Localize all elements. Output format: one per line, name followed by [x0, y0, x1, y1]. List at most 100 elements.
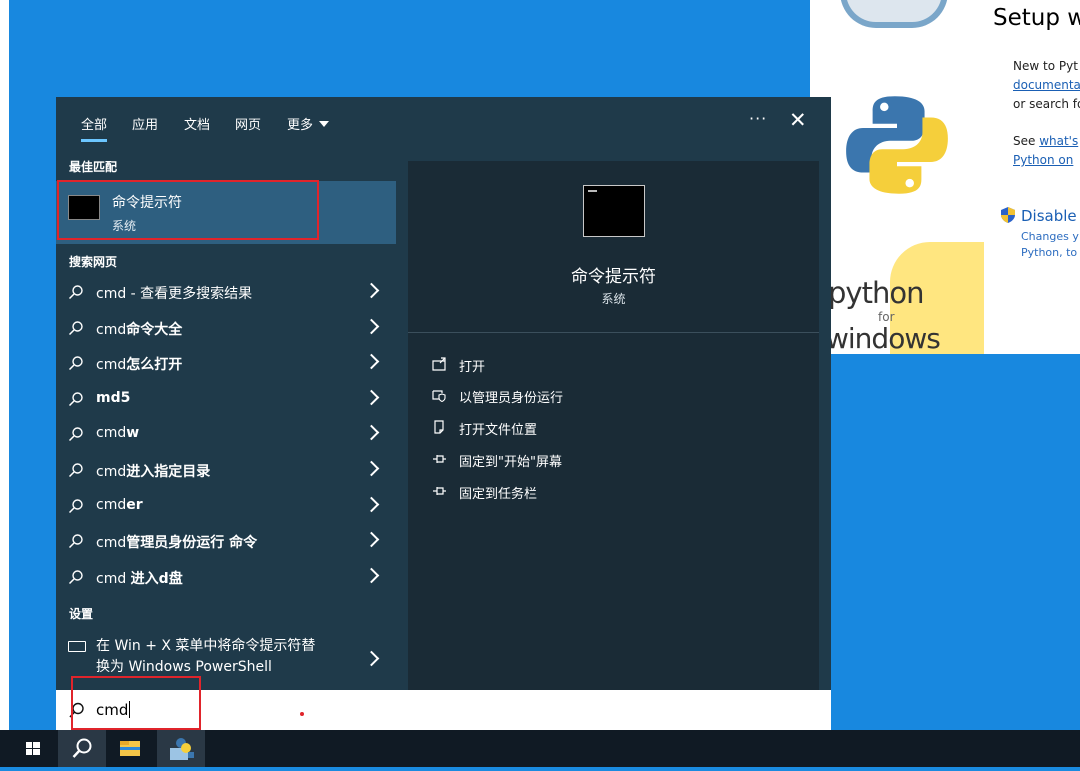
whats-new-link[interactable]: what's [1039, 134, 1078, 148]
web-result-suggestion: 进入d盘 [130, 571, 183, 587]
search-icon [68, 285, 83, 300]
web-result-label: cmd进入指定目录 [96, 461, 210, 481]
web-result-item[interactable]: cmdw [56, 417, 396, 452]
disable-description: Changes y [1021, 230, 1079, 243]
tab-apps[interactable]: 应用 [132, 114, 158, 133]
web-result-label: cmd 进入d盘 [96, 568, 183, 588]
web-result-query: cmd [96, 425, 127, 441]
web-result-query: cmd [96, 497, 127, 513]
python-on-link[interactable]: Python on [1013, 153, 1073, 167]
web-result-item[interactable]: cmd管理员身份运行 命令 [56, 524, 396, 559]
web-search-header: 搜索网页 [69, 255, 118, 269]
chevron-right-icon [363, 650, 380, 667]
folder-icon [120, 741, 140, 756]
search-icon [72, 738, 92, 758]
chevron-right-icon [363, 318, 380, 335]
highlight-box [71, 676, 201, 730]
action-pin-to-taskbar[interactable]: 固定到任务栏 [432, 480, 732, 504]
web-result-label: cmder [96, 497, 143, 513]
settings-item-label: 在 Win + X 菜单中将命令提示符替 换为 Windows PowerShe… [96, 636, 315, 678]
python-logo-icon [846, 96, 948, 194]
action-pin-to-start[interactable]: 固定到"开始"屏幕 [432, 448, 732, 472]
web-result-suggestion: 命令大全 [126, 322, 183, 338]
shield-icon [432, 390, 446, 402]
screen-edge [0, 0, 9, 730]
setup-text-line: or search fo [1013, 97, 1080, 111]
documentation-link[interactable]: documenta [1013, 78, 1080, 92]
close-icon[interactable]: ✕ [789, 108, 807, 132]
python-setup-sidebar: python for windows [810, 0, 984, 354]
open-icon [432, 357, 446, 371]
tab-documents[interactable]: 文档 [184, 114, 210, 133]
start-button[interactable] [9, 730, 57, 767]
windows-search-panel: 全部 应用 文档 网页 更多 ··· ✕ 最佳匹配 命令提示符 系统 搜索网页 … [56, 97, 831, 690]
python-installer-icon [170, 738, 194, 760]
setup-text-line: New to Pyt [1013, 59, 1078, 73]
web-result-item[interactable]: cmd命令大全 [56, 311, 396, 346]
uac-shield-icon [1001, 207, 1015, 223]
pin-icon [433, 455, 446, 463]
sidebar-decoration-top [840, 0, 948, 28]
chevron-right-icon [363, 460, 380, 477]
chevron-right-icon [363, 496, 380, 513]
web-result-query: cmd [96, 535, 127, 551]
preview-title: 命令提示符 [571, 267, 656, 287]
tab-more-label: 更多 [287, 118, 314, 133]
action-open[interactable]: 打开 [432, 353, 732, 377]
caret-down-icon [319, 121, 330, 127]
web-result-suggestion: er [126, 497, 143, 513]
search-icon [68, 321, 83, 336]
python-setup-content: Setup w New to Pyt documenta or search f… [993, 0, 1080, 354]
web-result-suggestion: w [126, 425, 140, 441]
web-result-item[interactable]: cmd - 查看更多搜索结果 [56, 275, 396, 310]
preview-subtitle: 系统 [601, 292, 626, 306]
command-prompt-large-icon [583, 185, 645, 237]
web-result-suggestion: 进入指定目录 [126, 464, 211, 480]
action-run-as-admin-label: 以管理员身份运行 [459, 391, 564, 406]
best-match-header: 最佳匹配 [69, 160, 118, 174]
action-pin-to-start-label: 固定到"开始"屏幕 [459, 455, 562, 470]
taskbar [0, 730, 1080, 767]
web-result-query: cmd [96, 464, 127, 480]
disable-description: Python, to [1021, 246, 1078, 259]
file-explorer-button[interactable] [106, 730, 154, 767]
more-options-icon[interactable]: ··· [749, 109, 767, 128]
web-result-query: cmd [96, 357, 127, 373]
tab-more[interactable]: 更多 [287, 114, 330, 133]
web-result-item[interactable]: cmd进入指定目录 [56, 453, 396, 488]
web-result-label: cmd - 查看更多搜索结果 [96, 283, 252, 303]
action-open-file-location[interactable]: 打开文件位置 [432, 416, 732, 440]
web-result-label: cmd命令大全 [96, 319, 182, 339]
chevron-right-icon [363, 531, 380, 548]
action-pin-to-taskbar-label: 固定到任务栏 [459, 487, 538, 502]
web-result-item[interactable]: md5 [56, 382, 396, 417]
web-result-suggestion: md5 [96, 390, 131, 406]
web-result-suggestion: 管理员身份运行 命令 [126, 535, 258, 551]
python-wordmark: python [828, 276, 924, 310]
pin-icon [433, 487, 446, 495]
see-label: See [1013, 134, 1040, 148]
tab-web[interactable]: 网页 [235, 114, 261, 133]
web-result-query: cmd [96, 322, 127, 338]
python-installer-button[interactable] [157, 730, 205, 767]
web-result-item[interactable]: cmder [56, 489, 396, 524]
python-setup-window: python for windows Setup w New to Pyt do… [810, 0, 1080, 354]
web-result-label: md5 [96, 390, 130, 406]
action-run-as-admin[interactable]: 以管理员身份运行 [432, 384, 732, 408]
settings-item-line: 在 Win + X 菜单中将命令提示符替 [96, 638, 316, 654]
highlight-box [57, 180, 319, 240]
web-result-item[interactable]: cmd怎么打开 [56, 346, 396, 381]
web-result-label: cmd管理员身份运行 命令 [96, 532, 257, 552]
chevron-right-icon [363, 353, 380, 370]
tab-all[interactable]: 全部 [81, 114, 108, 142]
web-result-query: cmd [96, 286, 127, 302]
preview-pane: 命令提示符 系统 打开 以管理员身份运行 打开文件位置 固定到"开始"屏幕 固定… [408, 161, 819, 690]
web-result-suggestion: 怎么打开 [126, 357, 183, 373]
disable-path-limit-button[interactable]: Disable [1021, 207, 1077, 225]
chevron-right-icon [363, 282, 380, 299]
web-result-item[interactable]: cmd 进入d盘 [56, 560, 396, 595]
search-icon [68, 392, 83, 407]
web-result-label: cmd怎么打开 [96, 354, 182, 374]
taskbar-search-button[interactable] [58, 730, 106, 767]
results-list: 最佳匹配 命令提示符 系统 搜索网页 cmd - 查看更多搜索结果 cmd命令大全… [56, 149, 396, 690]
